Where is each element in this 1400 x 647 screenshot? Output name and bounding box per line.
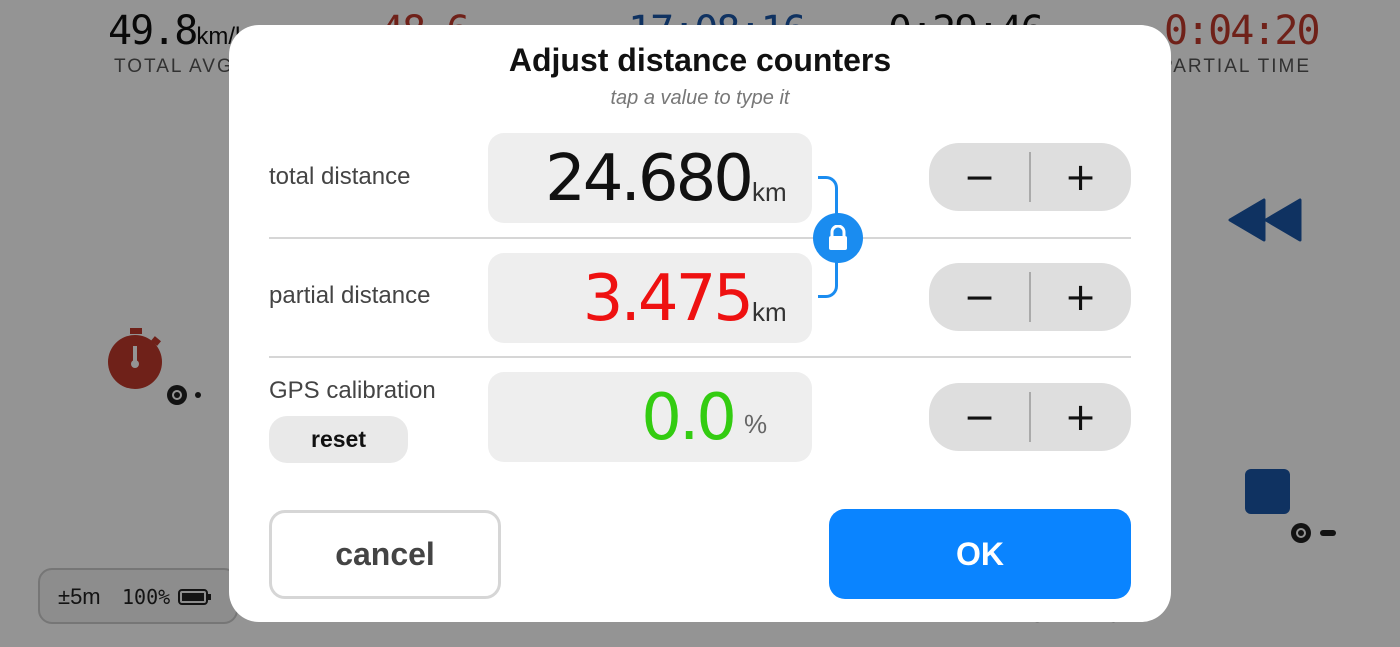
adjust-distance-dialog: Adjust distance counters tap a value to … [229,25,1171,622]
gps-calibration-value-field[interactable]: 0.0 % [488,372,812,462]
gps-calibration-increment-button[interactable]: + [1030,383,1131,451]
cancel-button[interactable]: cancel [269,510,501,599]
gps-calibration-stepper: − + [929,383,1131,451]
total-distance-increment-button[interactable]: + [1030,143,1131,211]
gps-calibration-value: 0.0 [641,381,737,455]
total-distance-decrement-button[interactable]: − [929,143,1030,211]
gps-calibration-unit: % [744,409,768,439]
total-distance-stepper: − + [929,143,1131,211]
reset-button[interactable]: reset [269,416,408,463]
dialog-subtitle: tap a value to type it [610,87,790,109]
partial-distance-decrement-button[interactable]: − [929,263,1030,331]
total-distance-label: total distance [269,163,411,190]
partial-distance-value-field[interactable]: 3.475 km [488,253,812,343]
partial-distance-label: partial distance [269,282,431,309]
dialog-title: Adjust distance counters [508,42,892,78]
partial-distance-increment-button[interactable]: + [1030,263,1131,331]
partial-distance-unit: km [752,297,787,327]
partial-distance-value: 3.475 [582,262,754,336]
ok-button[interactable]: OK [829,509,1131,599]
gps-calibration-label: GPS calibration [269,377,436,404]
total-distance-value: 24.680 [545,142,754,216]
partial-distance-stepper: − + [929,263,1131,331]
row-divider [269,237,1131,239]
gps-calibration-decrement-button[interactable]: − [929,383,1030,451]
total-distance-value-field[interactable]: 24.680 km [488,133,812,223]
row-divider [269,356,1131,358]
lock-icon[interactable] [813,213,863,263]
total-distance-unit: km [752,177,787,207]
